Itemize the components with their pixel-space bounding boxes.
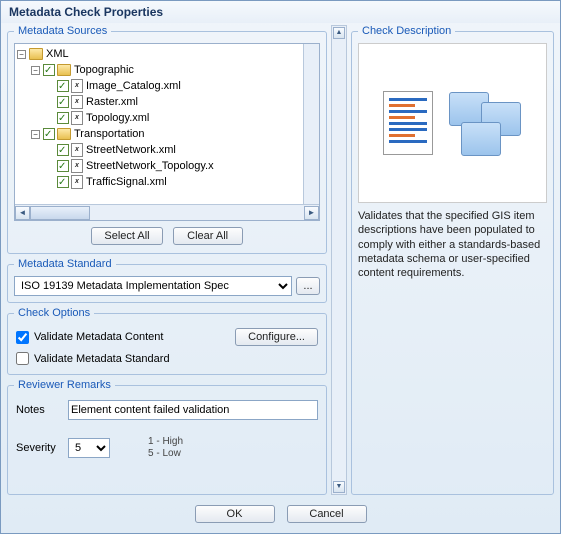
tree-horizontal-scrollbar[interactable]: ◄ ► <box>15 204 319 220</box>
tree-group-label: Transportation <box>74 126 145 142</box>
tree-group[interactable]: − Transportation <box>17 126 317 142</box>
check-options-legend: Check Options <box>14 307 94 319</box>
description-text: Validates that the specified GIS item de… <box>358 209 547 280</box>
configure-button[interactable]: Configure... <box>235 328 318 346</box>
document-icon <box>383 91 433 155</box>
metadata-standard-group: Metadata Standard ISO 19139 Metadata Imp… <box>7 258 327 303</box>
tree-root[interactable]: − XML <box>17 46 317 62</box>
xml-file-icon: x <box>71 175 83 189</box>
metadata-sources-group: Metadata Sources − XML − <box>7 25 327 254</box>
tree-item[interactable]: x Raster.xml <box>17 94 317 110</box>
checkbox-checked-icon[interactable] <box>43 64 55 76</box>
left-column: Metadata Sources − XML − <box>7 25 327 495</box>
check-description-legend: Check Description <box>358 25 455 37</box>
description-illustration <box>358 43 547 203</box>
xml-file-icon: x <box>71 159 83 173</box>
checkbox-checked-icon[interactable] <box>57 144 69 156</box>
severity-label: Severity <box>16 442 60 454</box>
checkbox-checked-icon[interactable] <box>57 112 69 124</box>
notes-input[interactable] <box>68 400 318 420</box>
scroll-down-icon[interactable]: ▼ <box>333 481 345 493</box>
reviewer-remarks-legend: Reviewer Remarks <box>14 379 115 391</box>
xml-file-icon: x <box>71 111 83 125</box>
tree-item[interactable]: x StreetNetwork.xml <box>17 142 317 158</box>
validate-standard-checkbox[interactable] <box>16 352 29 365</box>
validate-standard-label: Validate Metadata Standard <box>34 353 170 365</box>
cancel-button[interactable]: Cancel <box>287 505 367 523</box>
collapse-icon[interactable]: − <box>17 50 26 59</box>
tree-item-label: Image_Catalog.xml <box>86 78 181 94</box>
tree-item[interactable]: x TrafficSignal.xml <box>17 174 317 190</box>
tree-vertical-scrollbar[interactable] <box>303 44 319 204</box>
clear-all-button[interactable]: Clear All <box>173 227 243 245</box>
folder-icon <box>57 128 71 140</box>
severity-hints: 1 - High 5 - Low <box>148 436 183 460</box>
validate-content-checkbox[interactable] <box>16 331 29 344</box>
panel-vertical-scrollbar[interactable]: ▲ ▼ <box>331 25 347 495</box>
tree-item-label: Topology.xml <box>86 110 149 126</box>
xml-file-icon: x <box>71 95 83 109</box>
dialog-content: Metadata Sources − XML − <box>1 23 560 495</box>
checkbox-checked-icon[interactable] <box>57 176 69 188</box>
metadata-sources-legend: Metadata Sources <box>14 25 111 37</box>
folder-icon <box>57 64 71 76</box>
tree-group[interactable]: − Topographic <box>17 62 317 78</box>
xml-file-icon: x <box>71 143 83 157</box>
reviewer-remarks-group: Reviewer Remarks Notes Severity 5 1 - Hi… <box>7 379 327 495</box>
tree-item[interactable]: x Image_Catalog.xml <box>17 78 317 94</box>
notes-label: Notes <box>16 404 60 416</box>
validate-content-label: Validate Metadata Content <box>34 331 163 343</box>
tree-item-label: TrafficSignal.xml <box>86 174 167 190</box>
scroll-left-icon[interactable]: ◄ <box>15 206 30 220</box>
check-description-group: Check Description Validates that the sp <box>351 25 554 495</box>
folder-icon <box>29 48 43 60</box>
browse-standard-button[interactable]: ... <box>296 277 320 295</box>
layers-icon <box>443 88 523 158</box>
tree-root-label: XML <box>46 46 69 62</box>
scroll-thumb[interactable] <box>30 206 90 220</box>
metadata-standard-legend: Metadata Standard <box>14 258 116 270</box>
tree-item[interactable]: x Topology.xml <box>17 110 317 126</box>
metadata-standard-select[interactable]: ISO 19139 Metadata Implementation Spec <box>14 276 292 296</box>
collapse-icon[interactable]: − <box>31 66 40 75</box>
xml-file-icon: x <box>71 79 83 93</box>
check-options-group: Check Options Validate Metadata Content … <box>7 307 327 375</box>
sources-tree[interactable]: − XML − Topographic <box>14 43 320 221</box>
scroll-up-icon[interactable]: ▲ <box>333 27 345 39</box>
tree-item[interactable]: x StreetNetwork_Topology.x <box>17 158 317 174</box>
scroll-right-icon[interactable]: ► <box>304 206 319 220</box>
dialog-footer: OK Cancel <box>1 495 560 533</box>
dialog-window: Metadata Check Properties Metadata Sourc… <box>0 0 561 534</box>
select-all-button[interactable]: Select All <box>91 227 162 245</box>
checkbox-checked-icon[interactable] <box>57 160 69 172</box>
tree-item-label: StreetNetwork.xml <box>86 142 176 158</box>
checkbox-checked-icon[interactable] <box>57 80 69 92</box>
checkbox-checked-icon[interactable] <box>57 96 69 108</box>
tree-item-label: StreetNetwork_Topology.x <box>86 158 214 174</box>
ok-button[interactable]: OK <box>195 505 275 523</box>
collapse-icon[interactable]: − <box>31 130 40 139</box>
dialog-title: Metadata Check Properties <box>1 1 560 23</box>
checkbox-checked-icon[interactable] <box>43 128 55 140</box>
tree-item-label: Raster.xml <box>86 94 138 110</box>
tree-group-label: Topographic <box>74 62 134 78</box>
severity-select[interactable]: 5 <box>68 438 110 458</box>
